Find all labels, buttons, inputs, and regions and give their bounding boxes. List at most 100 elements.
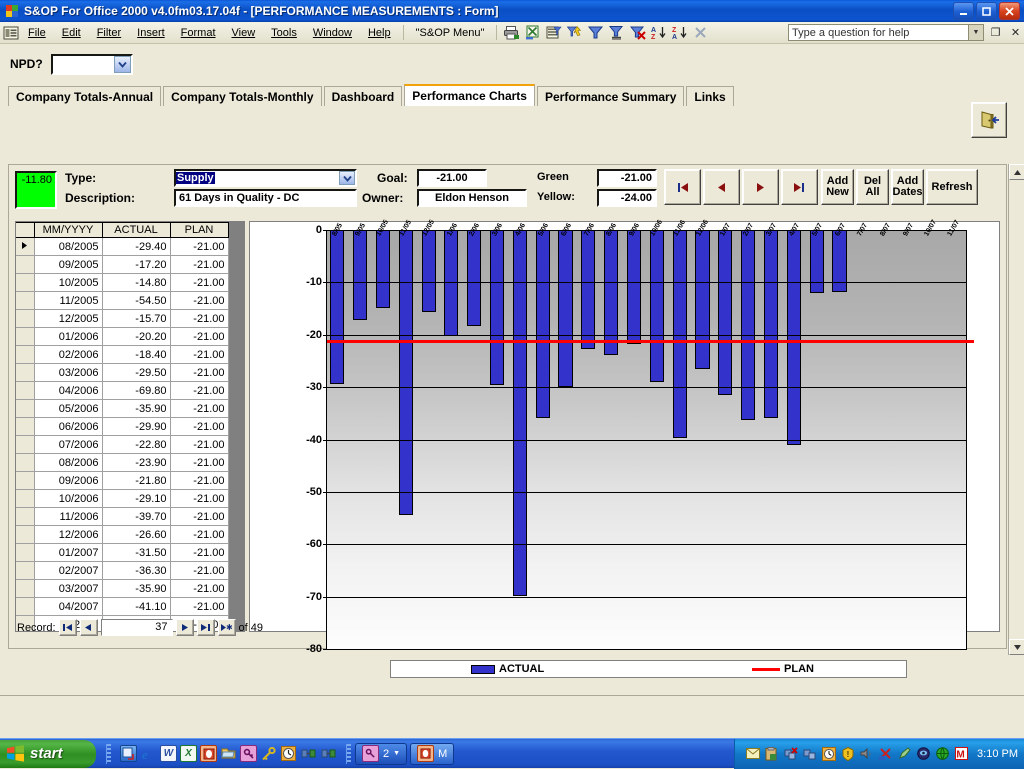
row-cell-plan[interactable]: -21.00 <box>170 274 228 292</box>
row-selector[interactable] <box>16 346 34 364</box>
row-selector[interactable] <box>16 436 34 454</box>
row-cell-actual[interactable]: -17.20 <box>102 256 170 274</box>
row-cell-date[interactable]: 02/2006 <box>34 346 102 364</box>
npd-combo[interactable] <box>51 54 133 75</box>
table-row[interactable]: 11/2005-54.50-21.00 <box>16 292 228 310</box>
chevron-down-icon[interactable] <box>339 171 355 185</box>
vertical-scrollbar[interactable] <box>1008 164 1024 655</box>
clock-icon[interactable] <box>821 746 836 761</box>
export-excel-icon[interactable] <box>522 24 543 42</box>
row-cell-plan[interactable]: -21.00 <box>170 490 228 508</box>
row-cell-plan[interactable]: -21.00 <box>170 382 228 400</box>
row-cell-plan[interactable]: -21.00 <box>170 364 228 382</box>
table-row[interactable]: 10/2005-14.80-21.00 <box>16 274 228 292</box>
row-cell-actual[interactable]: -36.30 <box>102 562 170 580</box>
filter-icon[interactable] <box>585 24 606 42</box>
menu-tools[interactable]: Tools <box>263 24 305 42</box>
table-row[interactable]: 03/2007-35.90-21.00 <box>16 580 228 598</box>
row-cell-actual[interactable]: -18.40 <box>102 346 170 364</box>
table-row[interactable]: 04/2007-41.10-21.00 <box>16 598 228 616</box>
row-cell-date[interactable]: 11/2006 <box>34 508 102 526</box>
table-row[interactable]: 03/2006-29.50-21.00 <box>16 364 228 382</box>
row-cell-date[interactable]: 03/2007 <box>34 580 102 598</box>
table-row[interactable]: 04/2006-69.80-21.00 <box>16 382 228 400</box>
record-last-button[interactable] <box>197 619 215 636</box>
access-icon[interactable] <box>200 745 217 762</box>
row-selector[interactable] <box>16 256 34 274</box>
chevron-down-icon[interactable] <box>114 56 131 73</box>
row-selector[interactable] <box>16 418 34 436</box>
network2-icon[interactable] <box>320 745 337 762</box>
owner-field[interactable]: Eldon Henson <box>417 189 527 207</box>
row-cell-actual[interactable]: -20.20 <box>102 328 170 346</box>
row-cell-plan[interactable]: -21.00 <box>170 544 228 562</box>
row-selector[interactable] <box>16 382 34 400</box>
column-header-plan[interactable]: PLAN <box>170 223 228 238</box>
row-selector[interactable] <box>16 238 34 256</box>
row-cell-date[interactable]: 04/2007 <box>34 598 102 616</box>
network-icon[interactable] <box>802 746 817 761</box>
column-header-date[interactable]: MM/YYYY <box>34 223 102 238</box>
row-selector[interactable] <box>16 598 34 616</box>
help-dropdown-arrow[interactable]: ▼ <box>968 25 983 40</box>
record-next-button[interactable] <box>176 619 194 636</box>
row-cell-plan[interactable]: -21.00 <box>170 562 228 580</box>
goal-field[interactable]: -21.00 <box>417 169 487 187</box>
minimize-button[interactable] <box>953 2 974 20</box>
description-field[interactable]: 61 Days in Quality - DC <box>174 189 357 207</box>
table-row[interactable]: 11/2006-39.70-21.00 <box>16 508 228 526</box>
key-icon[interactable] <box>240 745 257 762</box>
globe-icon[interactable] <box>935 746 950 761</box>
row-cell-plan[interactable]: -21.00 <box>170 436 228 454</box>
clipboard-icon[interactable] <box>764 746 779 761</box>
row-cell-date[interactable]: 09/2006 <box>34 472 102 490</box>
row-cell-date[interactable]: 12/2006 <box>34 526 102 544</box>
table-row[interactable]: 05/2006-35.90-21.00 <box>16 400 228 418</box>
close-button[interactable] <box>999 2 1020 20</box>
scroll-down-button[interactable] <box>1009 639 1024 655</box>
row-cell-actual[interactable]: -26.60 <box>102 526 170 544</box>
mcafee-icon[interactable]: M <box>954 746 969 761</box>
row-cell-date[interactable]: 06/2006 <box>34 418 102 436</box>
network1-icon[interactable] <box>300 745 317 762</box>
record-new-button[interactable]: ✱ <box>218 619 236 636</box>
row-cell-plan[interactable]: -21.00 <box>170 292 228 310</box>
record-number-input[interactable]: 37 <box>101 619 173 636</box>
table-row[interactable]: 01/2006-20.20-21.00 <box>16 328 228 346</box>
tab-performance-charts[interactable]: Performance Charts <box>404 84 535 106</box>
row-selector[interactable] <box>16 454 34 472</box>
row-cell-date[interactable]: 03/2006 <box>34 364 102 382</box>
form-view-icon[interactable] <box>2 24 20 41</box>
print-icon[interactable] <box>501 24 522 42</box>
menu-window[interactable]: Window <box>305 24 360 42</box>
start-button[interactable]: start <box>0 740 96 768</box>
tab-company-totals-monthly[interactable]: Company Totals-Monthly <box>163 86 321 106</box>
row-cell-date[interactable]: 01/2006 <box>34 328 102 346</box>
row-cell-date[interactable]: 02/2007 <box>34 562 102 580</box>
yellow-field[interactable]: -24.00 <box>597 189 657 207</box>
row-cell-plan[interactable]: -21.00 <box>170 346 228 364</box>
menu-file[interactable]: File <box>20 24 54 42</box>
quick-launch-handle[interactable] <box>106 744 111 764</box>
row-cell-date[interactable]: 11/2005 <box>34 292 102 310</box>
clock-icon[interactable] <box>280 745 297 762</box>
row-cell-actual[interactable]: -69.80 <box>102 382 170 400</box>
table-row[interactable]: 08/2005-29.40-21.00 <box>16 238 228 256</box>
table-row[interactable]: 07/2006-22.80-21.00 <box>16 436 228 454</box>
refresh-button[interactable]: Refresh <box>926 169 978 205</box>
row-selector[interactable] <box>16 328 34 346</box>
table-row[interactable]: 08/2006-23.90-21.00 <box>16 454 228 472</box>
row-selector[interactable] <box>16 508 34 526</box>
row-cell-date[interactable]: 01/2007 <box>34 544 102 562</box>
filter-by-form-icon[interactable] <box>543 24 564 42</box>
row-cell-date[interactable]: 04/2006 <box>34 382 102 400</box>
nav-previous-button[interactable] <box>703 169 740 205</box>
maximize-button[interactable] <box>976 2 997 20</box>
row-cell-actual[interactable]: -41.10 <box>102 598 170 616</box>
tab-company-totals-annual[interactable]: Company Totals-Annual <box>8 86 161 106</box>
word-icon[interactable]: W <box>160 745 177 762</box>
row-selector[interactable] <box>16 490 34 508</box>
del-all-button[interactable]: Del All <box>856 169 889 205</box>
table-row[interactable]: 12/2005-15.70-21.00 <box>16 310 228 328</box>
table-row[interactable]: 06/2006-29.90-21.00 <box>16 418 228 436</box>
